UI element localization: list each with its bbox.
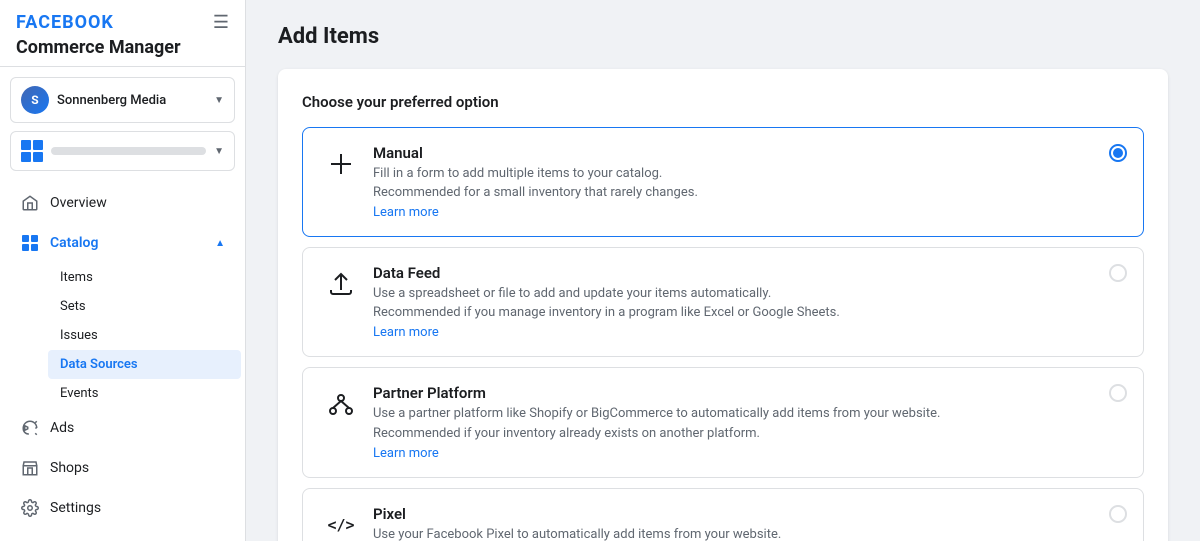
sidebar-item-issues-label: Issues <box>60 328 98 343</box>
option-partner-platform-text: Partner Platform Use a partner platform … <box>373 384 1127 460</box>
sidebar-item-shops[interactable]: Shops <box>4 448 241 488</box>
option-data-feed-title: Data Feed <box>373 264 1127 282</box>
options-card: Choose your preferred option Manual Fill… <box>278 69 1168 541</box>
option-data-feed-learn-more[interactable]: Learn more <box>373 325 439 340</box>
sidebar-header: FACEBOOK ☰ Commerce Manager <box>0 0 245 67</box>
sidebar-item-catalog-label: Catalog <box>50 235 98 251</box>
option-pixel-text: Pixel Use your Facebook Pixel to automat… <box>373 505 1127 541</box>
option-manual[interactable]: Manual Fill in a form to add multiple it… <box>302 127 1144 237</box>
option-pixel[interactable]: </> Pixel Use your Facebook Pixel to aut… <box>302 488 1144 541</box>
catalog-bar <box>51 147 206 155</box>
facebook-logo: FACEBOOK <box>16 12 114 33</box>
account-name: Sonnenberg Media <box>57 93 206 108</box>
home-icon <box>20 193 40 213</box>
radio-manual-inner <box>1113 148 1123 158</box>
option-data-feed-rec: Recommended if you manage inventory in a… <box>373 305 1127 320</box>
catalog-selector[interactable]: ▼ <box>10 131 235 171</box>
option-partner-platform-title: Partner Platform <box>373 384 1127 402</box>
sidebar-item-data-sources[interactable]: Data Sources <box>48 350 241 379</box>
sidebar-item-events[interactable]: Events <box>48 379 241 408</box>
option-pixel-desc: Use your Facebook Pixel to automatically… <box>373 526 1127 541</box>
sidebar-item-overview[interactable]: Overview <box>4 183 241 223</box>
upload-icon <box>323 266 359 302</box>
avatar: S <box>21 86 49 114</box>
radio-data-feed-btn <box>1109 264 1127 282</box>
catalog-icon <box>20 233 40 253</box>
sidebar-item-data-sources-label: Data Sources <box>60 357 138 372</box>
sidebar-item-issues[interactable]: Issues <box>48 321 241 350</box>
option-partner-platform-desc: Use a partner platform like Shopify or B… <box>373 405 1127 423</box>
sidebar-item-ads-label: Ads <box>50 420 74 436</box>
sidebar-item-sets-label: Sets <box>60 299 86 314</box>
sidebar-item-settings-label: Settings <box>50 500 101 516</box>
sidebar-item-settings[interactable]: Settings <box>4 488 241 528</box>
radio-data-feed <box>1109 264 1127 282</box>
sidebar-item-overview-label: Overview <box>50 195 107 211</box>
option-pixel-title: Pixel <box>373 505 1127 523</box>
option-manual-rec: Recommended for a small inventory that r… <box>373 185 1127 200</box>
option-partner-platform-learn-more[interactable]: Learn more <box>373 446 439 461</box>
radio-partner-platform <box>1109 384 1127 402</box>
radio-manual <box>1109 144 1127 162</box>
hamburger-icon[interactable]: ☰ <box>213 12 229 33</box>
option-data-feed-text: Data Feed Use a spreadsheet or file to a… <box>373 264 1127 340</box>
option-partner-platform-rec: Recommended if your inventory already ex… <box>373 426 1127 441</box>
shop-icon <box>20 458 40 478</box>
option-manual-desc: Fill in a form to add multiple items to … <box>373 165 1127 183</box>
option-data-feed-desc: Use a spreadsheet or file to add and upd… <box>373 285 1127 303</box>
option-manual-learn-more[interactable]: Learn more <box>373 205 439 220</box>
megaphone-icon <box>20 418 40 438</box>
main-content: Add Items Choose your preferred option M… <box>246 0 1200 541</box>
option-partner-platform[interactable]: Partner Platform Use a partner platform … <box>302 367 1144 477</box>
sidebar-item-shops-label: Shops <box>50 460 89 476</box>
radio-pixel <box>1109 505 1127 523</box>
catalog-nav-left: Catalog <box>20 233 98 253</box>
sidebar: FACEBOOK ☰ Commerce Manager S Sonnenberg… <box>0 0 246 541</box>
option-manual-title: Manual <box>373 144 1127 162</box>
sidebar-item-sets[interactable]: Sets <box>48 292 241 321</box>
sidebar-item-events-label: Events <box>60 386 98 401</box>
partner-icon <box>323 386 359 422</box>
radio-partner-platform-btn <box>1109 384 1127 402</box>
option-data-feed[interactable]: Data Feed Use a spreadsheet or file to a… <box>302 247 1144 357</box>
nav-section: Overview Catalog ▲ Items <box>0 179 245 532</box>
chevron-down-icon: ▼ <box>214 95 224 106</box>
account-selector[interactable]: S Sonnenberg Media ▼ <box>10 77 235 123</box>
pixel-icon: </> <box>323 507 359 541</box>
gear-icon <box>20 498 40 518</box>
radio-manual-btn <box>1109 144 1127 162</box>
option-manual-text: Manual Fill in a form to add multiple it… <box>373 144 1127 220</box>
grid-icon <box>21 140 43 162</box>
plus-icon <box>323 146 359 182</box>
page-brand-title: Commerce Manager <box>16 37 229 58</box>
sidebar-item-catalog[interactable]: Catalog ▲ <box>4 223 241 263</box>
chevron-down-icon: ▼ <box>214 146 224 157</box>
chevron-up-icon: ▲ <box>215 238 225 249</box>
page-title: Add Items <box>278 24 1168 49</box>
card-subtitle: Choose your preferred option <box>302 93 1144 111</box>
sidebar-item-items[interactable]: Items <box>48 263 241 292</box>
sidebar-item-items-label: Items <box>60 270 93 285</box>
radio-pixel-btn <box>1109 505 1127 523</box>
sub-nav: Items Sets Issues Data Sources Events <box>0 263 245 408</box>
sidebar-item-ads[interactable]: Ads <box>4 408 241 448</box>
